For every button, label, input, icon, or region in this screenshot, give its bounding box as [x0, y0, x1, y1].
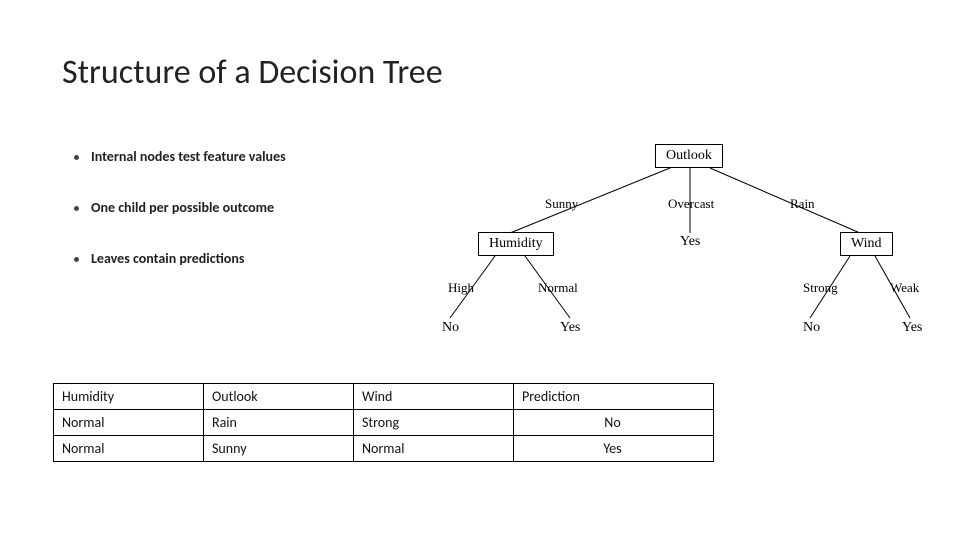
edge-label-strong: Strong [803, 280, 838, 296]
bullet-icon [74, 155, 79, 160]
tree-node-wind: Wind [840, 232, 893, 256]
bullet-icon [74, 206, 79, 211]
table-header: Humidity [54, 384, 204, 410]
tree-leaf-overcast-yes: Yes [680, 234, 700, 250]
table-cell: Rain [204, 410, 354, 436]
tree-leaf-normal-yes: Yes [560, 320, 580, 336]
table-cell: Normal [354, 436, 514, 462]
table-cell: Normal [54, 410, 204, 436]
table-header-row: Humidity Outlook Wind Prediction [54, 384, 714, 410]
table-cell: Yes [514, 436, 714, 462]
table-header: Wind [354, 384, 514, 410]
tree-node-humidity: Humidity [478, 232, 554, 256]
table-cell: Strong [354, 410, 514, 436]
bullet-item: Internal nodes test feature values [74, 148, 414, 165]
edge-label-overcast: Overcast [668, 196, 714, 212]
bullet-icon [74, 257, 79, 262]
bullet-item: One child per possible outcome [74, 199, 414, 216]
edge-label-normal: Normal [538, 280, 578, 296]
table-cell: Sunny [204, 436, 354, 462]
bullet-item: Leaves contain predictions [74, 250, 414, 267]
tree-leaf-strong-no: No [803, 320, 820, 336]
table-header: Prediction [514, 384, 714, 410]
bullet-list: Internal nodes test feature values One c… [74, 148, 414, 301]
table-header: Outlook [204, 384, 354, 410]
bullet-text: One child per possible outcome [91, 199, 274, 216]
tree-leaf-high-no: No [442, 320, 459, 336]
table-row: Normal Sunny Normal Yes [54, 436, 714, 462]
decision-tree-diagram: Outlook Sunny Overcast Rain Humidity Yes… [430, 138, 930, 368]
table-cell: Normal [54, 436, 204, 462]
bullet-text: Internal nodes test feature values [91, 148, 286, 165]
slide-title: Structure of a Decision Tree [62, 52, 443, 93]
edge-label-high: High [448, 280, 474, 296]
table-cell: No [514, 410, 714, 436]
tree-node-outlook: Outlook [655, 144, 723, 168]
bullet-text: Leaves contain predictions [91, 250, 244, 267]
edge-label-weak: Weak [890, 280, 919, 296]
table-row: Normal Rain Strong No [54, 410, 714, 436]
edge-label-sunny: Sunny [545, 196, 578, 212]
edge-label-rain: Rain [790, 196, 815, 212]
tree-leaf-weak-yes: Yes [902, 320, 922, 336]
examples-table: Humidity Outlook Wind Prediction Normal … [53, 383, 714, 462]
